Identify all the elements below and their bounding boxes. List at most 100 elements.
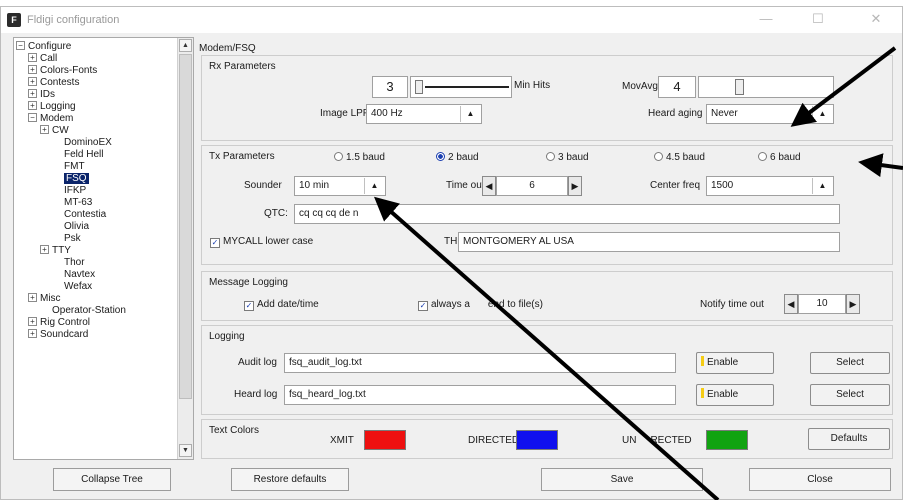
tree-item-mt-63[interactable]: MT-63: [16, 197, 176, 209]
movavg-value: 4: [658, 76, 696, 98]
baud-radio-3-baud[interactable]: 3 baud: [546, 152, 589, 163]
heard-select-button[interactable]: Select: [810, 384, 890, 406]
tree-item-modem[interactable]: − Modem: [16, 113, 176, 125]
tree-item-tty[interactable]: + TTY: [16, 245, 176, 257]
collapse-icon[interactable]: −: [16, 41, 25, 50]
notify-decrease-button[interactable]: ◀: [784, 294, 798, 314]
colors-defaults-button[interactable]: Defaults: [808, 428, 890, 450]
tree-item-logging[interactable]: + Logging: [16, 101, 176, 113]
collapse-tree-button[interactable]: Collapse Tree: [53, 468, 171, 491]
audit-log-input[interactable]: fsq_audit_log.txt: [284, 353, 676, 373]
tree-item-cw[interactable]: + CW: [16, 125, 176, 137]
min-hits-value: 3: [372, 76, 408, 98]
movavg-label: MovAvg:: [622, 81, 661, 92]
minimize-button[interactable]: —: [749, 10, 783, 30]
tree-item-colors-fonts[interactable]: + Colors-Fonts: [16, 65, 176, 77]
tree-item-label: Logging: [40, 101, 76, 112]
tree-item-misc[interactable]: + Misc: [16, 293, 176, 305]
tree-item-wefax[interactable]: Wefax: [16, 281, 176, 293]
expand-icon[interactable]: +: [28, 53, 37, 62]
movavg-slider-handle[interactable]: [735, 79, 744, 95]
min-hits-slider[interactable]: [410, 76, 512, 98]
scroll-down-icon[interactable]: ▼: [179, 444, 192, 457]
always-append-checkbox[interactable]: ✓ always a end to file(s): [418, 299, 543, 311]
image-lpf-spin-icon[interactable]: ▲: [460, 106, 480, 122]
tree-item-configure[interactable]: − Configure: [16, 41, 176, 53]
add-date-check-icon: ✓: [244, 301, 254, 311]
tree-item-call[interactable]: + Call: [16, 53, 176, 65]
notify-increase-button[interactable]: ▶: [846, 294, 860, 314]
tree-item-ids[interactable]: + IDs: [16, 89, 176, 101]
mycall-lowercase-checkbox[interactable]: ✓ MYCALL lower case: [210, 236, 313, 248]
baud-radio-1-5-baud[interactable]: 1.5 baud: [334, 152, 385, 163]
tree-item-contests[interactable]: + Contests: [16, 77, 176, 89]
tree-item-thor[interactable]: Thor: [16, 257, 176, 269]
tree-item-olivia[interactable]: Olivia: [16, 221, 176, 233]
scroll-thumb[interactable]: [179, 54, 192, 399]
tree-item-fsq[interactable]: FSQ: [16, 173, 176, 185]
tree-item-contestia[interactable]: Contestia: [16, 209, 176, 221]
breadcrumb: Modem/FSQ: [199, 43, 256, 54]
image-lpf-select[interactable]: 400 Hz ▲: [366, 104, 482, 124]
timeout-increase-button[interactable]: ▶: [568, 176, 582, 196]
timeout-value[interactable]: 6: [496, 176, 568, 196]
tree-item-label: Misc: [40, 293, 61, 304]
expand-icon[interactable]: +: [28, 101, 37, 110]
xmit-label: XMIT: [330, 435, 354, 446]
expand-icon[interactable]: +: [28, 77, 37, 86]
expand-icon[interactable]: +: [28, 329, 37, 338]
xmit-color-swatch[interactable]: [364, 430, 406, 450]
baud-radio-6-baud[interactable]: 6 baud: [758, 152, 801, 163]
tree-item-operator-station[interactable]: Operator-Station: [16, 305, 176, 317]
tree-item-feld-hell[interactable]: Feld Hell: [16, 149, 176, 161]
notify-timeout-value[interactable]: 10: [798, 294, 846, 314]
scroll-up-icon[interactable]: ▲: [179, 39, 192, 52]
audit-enable-button[interactable]: Enable: [696, 352, 774, 374]
close-button[interactable]: Close: [749, 468, 891, 491]
tree-item-dominoex[interactable]: DominoEX: [16, 137, 176, 149]
heard-aging-select[interactable]: Never ▲: [706, 104, 834, 124]
expand-icon[interactable]: +: [40, 125, 49, 134]
baud-radio-2-baud[interactable]: 2 baud: [436, 152, 479, 163]
radio-icon: [758, 152, 767, 161]
undirected-color-swatch[interactable]: [706, 430, 748, 450]
baud-radio-4-5-baud[interactable]: 4.5 baud: [654, 152, 705, 163]
movavg-slider[interactable]: [698, 76, 834, 98]
expand-icon[interactable]: +: [28, 65, 37, 74]
qth-input[interactable]: MONTGOMERY AL USA: [458, 232, 840, 252]
image-lpf-value: 400 Hz: [371, 108, 403, 119]
expand-icon[interactable]: +: [28, 293, 37, 302]
sounder-select[interactable]: 10 min ▲: [294, 176, 386, 196]
expand-icon[interactable]: +: [40, 245, 49, 254]
heard-enable-button[interactable]: Enable: [696, 384, 774, 406]
tree-item-ifkp[interactable]: IFKP: [16, 185, 176, 197]
tree-item-navtex[interactable]: Navtex: [16, 269, 176, 281]
tree-item-label: Configure: [28, 41, 72, 52]
tree-item-label: Rig Control: [40, 317, 91, 328]
maximize-button[interactable]: ☐: [801, 10, 835, 30]
baud-radio-group: 1.5 baud 2 baud 3 baud 4.5 baud 6 baud: [334, 152, 894, 166]
directed-color-swatch[interactable]: [516, 430, 558, 450]
always-append-label: always a: [431, 299, 470, 310]
tree-item-psk[interactable]: Psk: [16, 233, 176, 245]
center-freq-select[interactable]: 1500 ▲: [706, 176, 834, 196]
heard-aging-spin-icon[interactable]: ▲: [812, 106, 832, 122]
min-hits-slider-handle[interactable]: [415, 80, 423, 94]
tree-item-soundcard[interactable]: + Soundcard: [16, 329, 176, 341]
expand-icon[interactable]: +: [28, 317, 37, 326]
collapse-icon[interactable]: −: [28, 113, 37, 122]
qtc-input[interactable]: cq cq cq de n: [294, 204, 840, 224]
restore-defaults-button[interactable]: Restore defaults: [231, 468, 349, 491]
tree-scrollbar[interactable]: ▲ ▼: [177, 38, 193, 459]
tree-item-rig-control[interactable]: + Rig Control: [16, 317, 176, 329]
tree-item-fmt[interactable]: FMT: [16, 161, 176, 173]
sounder-spin-icon[interactable]: ▲: [364, 178, 384, 194]
heard-log-input[interactable]: fsq_heard_log.txt: [284, 385, 676, 405]
timeout-decrease-button[interactable]: ◀: [482, 176, 496, 196]
save-button[interactable]: Save: [541, 468, 703, 491]
audit-select-button[interactable]: Select: [810, 352, 890, 374]
center-freq-spin-icon[interactable]: ▲: [812, 178, 832, 194]
add-date-checkbox[interactable]: ✓ Add date/time: [244, 299, 319, 311]
close-window-button[interactable]: ✕: [859, 10, 893, 30]
expand-icon[interactable]: +: [28, 89, 37, 98]
